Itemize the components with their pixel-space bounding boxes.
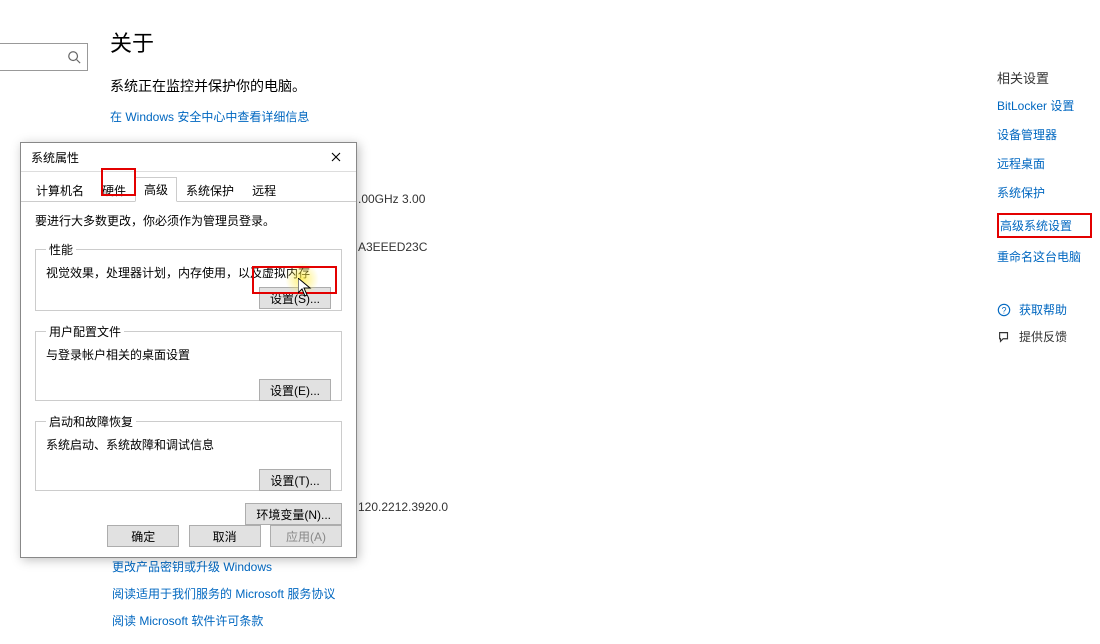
admin-note: 要进行大多数更改，你必须作为管理员登录。 bbox=[35, 212, 342, 229]
sidebar-header: 相关设置 bbox=[997, 68, 1092, 87]
ver-fragment: 120.2212.3920.0 bbox=[358, 500, 448, 514]
sidebar-advanced-highlight: 高级系统设置 bbox=[997, 213, 1092, 238]
performance-legend: 性能 bbox=[46, 241, 76, 258]
user-profile-settings-button[interactable]: 设置(E)... bbox=[259, 379, 331, 401]
sidebar-feedback[interactable]: 提供反馈 bbox=[1019, 328, 1067, 345]
tab-remote[interactable]: 远程 bbox=[243, 178, 285, 202]
sidebar-get-help[interactable]: 获取帮助 bbox=[1019, 301, 1067, 318]
security-center-link[interactable]: 在 Windows 安全中心中查看详细信息 bbox=[110, 110, 309, 124]
user-profile-legend: 用户配置文件 bbox=[46, 323, 124, 340]
performance-group: 性能 视觉效果，处理器计划，内存使用，以及虚拟内存 设置(S)... bbox=[35, 241, 342, 311]
related-settings-sidebar: 相关设置 BitLocker 设置 设备管理器 远程桌面 系统保护 高级系统设置… bbox=[997, 68, 1092, 355]
startup-recovery-group: 启动和故障恢复 系统启动、系统故障和调试信息 设置(T)... bbox=[35, 413, 342, 491]
sidebar-system-protect[interactable]: 系统保护 bbox=[997, 184, 1092, 201]
link-change-key[interactable]: 更改产品密钥或升级 Windows bbox=[112, 558, 335, 575]
performance-desc: 视觉效果，处理器计划，内存使用，以及虚拟内存 bbox=[46, 264, 331, 281]
link-license-terms[interactable]: 阅读 Microsoft 软件许可条款 bbox=[112, 612, 335, 629]
dialog-close-button[interactable] bbox=[316, 143, 356, 171]
help-icon: ? bbox=[997, 303, 1011, 317]
dialog-tabs: 计算机名 硬件 高级 系统保护 远程 bbox=[21, 175, 356, 202]
sidebar-rename-pc[interactable]: 重命名这台电脑 bbox=[997, 248, 1092, 265]
cancel-button[interactable]: 取消 bbox=[189, 525, 261, 547]
user-profile-desc: 与登录帐户相关的桌面设置 bbox=[46, 346, 331, 363]
startup-recovery-legend: 启动和故障恢复 bbox=[46, 413, 136, 430]
tab-advanced[interactable]: 高级 bbox=[135, 177, 177, 202]
dialog-title: 系统属性 bbox=[31, 149, 316, 166]
close-icon bbox=[331, 152, 341, 162]
startup-recovery-desc: 系统启动、系统故障和调试信息 bbox=[46, 436, 331, 453]
user-profile-group: 用户配置文件 与登录帐户相关的桌面设置 设置(E)... bbox=[35, 323, 342, 401]
tab-hardware[interactable]: 硬件 bbox=[93, 178, 135, 202]
svg-text:?: ? bbox=[1002, 305, 1007, 315]
tab-computer-name[interactable]: 计算机名 bbox=[27, 178, 93, 202]
sidebar-remote-desktop[interactable]: 远程桌面 bbox=[997, 155, 1092, 172]
env-variables-button[interactable]: 环境变量(N)... bbox=[245, 503, 342, 525]
search-icon bbox=[67, 50, 81, 64]
ok-button[interactable]: 确定 bbox=[107, 525, 179, 547]
performance-settings-button[interactable]: 设置(S)... bbox=[259, 287, 331, 309]
tab-system-protect[interactable]: 系统保护 bbox=[177, 178, 243, 202]
startup-recovery-settings-button[interactable]: 设置(T)... bbox=[259, 469, 331, 491]
page-title: 关于 bbox=[110, 26, 750, 58]
cpu-fragment: .00GHz 3.00 bbox=[358, 192, 425, 206]
feedback-icon bbox=[997, 330, 1011, 344]
sidebar-search[interactable] bbox=[0, 43, 88, 71]
sidebar-device-manager[interactable]: 设备管理器 bbox=[997, 126, 1092, 143]
system-properties-dialog: 系统属性 计算机名 硬件 高级 系统保护 远程 要进行大多数更改，你必须作为管理… bbox=[20, 142, 357, 558]
link-service-terms[interactable]: 阅读适用于我们服务的 Microsoft 服务协议 bbox=[112, 585, 335, 602]
guid-fragment: A3EEED23C bbox=[358, 240, 427, 254]
apply-button[interactable]: 应用(A) bbox=[270, 525, 342, 547]
sidebar-advanced-settings[interactable]: 高级系统设置 bbox=[1000, 217, 1089, 234]
sidebar-bitlocker[interactable]: BitLocker 设置 bbox=[997, 97, 1092, 114]
security-status: 系统正在监控并保护你的电脑。 bbox=[110, 76, 750, 96]
